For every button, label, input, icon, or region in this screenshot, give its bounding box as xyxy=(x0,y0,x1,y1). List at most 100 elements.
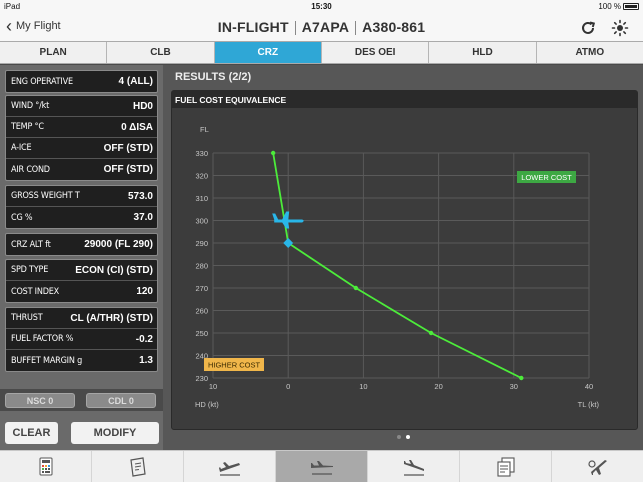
clear-button[interactable]: CLEAR xyxy=(5,422,58,444)
gross-weight-label: GROSS WEIGHT T xyxy=(11,191,80,201)
aircraft-shape xyxy=(272,211,304,229)
temp-row[interactable]: TEMP °C 0 ΔISA xyxy=(6,117,157,138)
x-tick-label: 20 xyxy=(434,382,442,391)
thrust-label: THRUST xyxy=(11,313,43,323)
eng-operative-value: 4 (ALL) xyxy=(118,76,153,87)
toolbar-landing[interactable] xyxy=(368,451,460,482)
y-tick-label: 290 xyxy=(195,239,208,248)
status-bar: iPad 15:30 100 % xyxy=(0,0,643,13)
title-divider xyxy=(355,21,357,36)
thrust-row[interactable]: THRUST CL (A/THR) (STD) xyxy=(6,308,157,329)
temp-value: 0 ΔISA xyxy=(121,121,153,133)
aice-row[interactable]: A-ICE OFF (STD) xyxy=(6,138,157,159)
results-panel: RESULTS (2/2) FUEL COST EQUIVALENCE 230 2… xyxy=(163,65,643,450)
page-indicator[interactable] xyxy=(163,435,643,439)
page-dot[interactable] xyxy=(396,435,401,439)
y-tick-label: 280 xyxy=(195,262,208,271)
title-aircraft-type: A380-861 xyxy=(362,19,426,35)
landing-icon xyxy=(403,459,424,476)
aice-value: OFF (STD) xyxy=(103,142,153,154)
page-title: IN-FLIGHT A7APA A380-861 xyxy=(0,19,643,36)
speed-group: SPD TYPE ECON (CI) (STD) COST INDEX 120 xyxy=(5,259,158,303)
results-title: RESULTS (2/2) xyxy=(175,71,252,83)
tab-clb[interactable]: CLB xyxy=(107,42,215,63)
takeoff-icon xyxy=(218,461,240,476)
fuel-factor-label: FUEL FACTOR % xyxy=(11,334,74,344)
refresh-icon[interactable] xyxy=(579,19,597,37)
data-point xyxy=(353,285,359,291)
x-tick-label: 0 xyxy=(286,382,290,391)
toolbar-cruise[interactable] xyxy=(276,451,368,482)
cg-row[interactable]: CG % 37.0 xyxy=(6,207,157,228)
documents-icon xyxy=(496,456,515,477)
x-tick-label: 30 xyxy=(510,382,518,391)
y-tick-label: 310 xyxy=(195,194,208,203)
fuel-factor-value: -0.2 xyxy=(135,333,153,345)
clock: 15:30 xyxy=(311,2,332,11)
gross-weight-value: 573.0 xyxy=(127,190,153,202)
cost-index-row[interactable]: COST INDEX 120 xyxy=(6,281,157,302)
weight-group: GROSS WEIGHT T 573.0 CG % 37.0 xyxy=(5,185,158,229)
wind-row[interactable]: WIND °/kt HD0 xyxy=(6,96,157,117)
buffet-margin-row[interactable]: BUFFET MARGIN g 1.3 xyxy=(6,350,157,371)
nsc-button[interactable]: NSC 0 xyxy=(5,393,75,408)
y-tick-label: 320 xyxy=(195,172,208,181)
chart-title: FUEL COST EQUIVALENCE xyxy=(172,91,637,108)
phase-tabs: PLAN CLB CRZ DES OEI HLD ATMO xyxy=(0,41,643,64)
x-tick-label: 10 xyxy=(359,382,367,391)
cdl-button[interactable]: CDL 0 xyxy=(86,393,156,408)
aircraft-icon xyxy=(272,211,304,229)
toolbar-manual[interactable] xyxy=(92,451,184,482)
toolbar-documents[interactable] xyxy=(460,451,552,482)
buffet-margin-label: BUFFET MARGIN g xyxy=(11,355,83,366)
title-registration: A7APA xyxy=(301,19,350,35)
environment-group: WIND °/kt HD0 TEMP °C 0 ΔISA A-ICE OFF (… xyxy=(5,95,158,181)
buffet-margin-value: 1.3 xyxy=(139,355,153,366)
toolbar-calculator[interactable] xyxy=(0,451,92,482)
input-panel: ENG OPERATIVE 4 (ALL) WIND °/kt HD0 TEMP… xyxy=(0,65,163,450)
wind-value: HD0 xyxy=(132,100,153,112)
lower-cost-label: LOWER COST xyxy=(521,173,572,182)
calculator-icon xyxy=(39,457,52,475)
eng-operative-row[interactable]: ENG OPERATIVE 4 (ALL) xyxy=(6,71,157,92)
data-point xyxy=(519,375,524,381)
tab-crz[interactable]: CRZ xyxy=(214,42,322,63)
manual-icon xyxy=(129,456,146,477)
page-dot-active[interactable] xyxy=(405,435,410,439)
bottom-toolbar xyxy=(0,450,643,482)
cost-index-value: 120 xyxy=(136,286,153,297)
engine-group: ENG OPERATIVE 4 (ALL) xyxy=(5,70,158,93)
brightness-icon[interactable] xyxy=(611,19,629,37)
crz-alt-row[interactable]: CRZ ALT ft 29000 (FL 290) xyxy=(6,234,157,255)
tab-atmo[interactable]: ATMO xyxy=(537,42,643,63)
cruise-icon xyxy=(310,460,333,475)
y-tick-label: 230 xyxy=(195,374,208,383)
settings-plane-icon xyxy=(587,459,607,475)
y-tick-label: 250 xyxy=(195,329,208,338)
data-point xyxy=(428,330,434,336)
tab-hld[interactable]: HLD xyxy=(429,42,537,63)
tab-plan[interactable]: PLAN xyxy=(0,42,108,63)
toolbar-settings[interactable] xyxy=(552,451,643,482)
spd-type-value: ECON (CI) (STD) xyxy=(75,264,153,276)
tab-des-oei[interactable]: DES OEI xyxy=(322,42,430,63)
fuel-factor-row[interactable]: FUEL FACTOR % -0.2 xyxy=(6,329,157,350)
modify-button[interactable]: MODIFY xyxy=(71,422,159,444)
fuel-cost-chart: 23024025026027028029030031032033010 0 10 20… xyxy=(195,125,600,409)
gross-weight-row[interactable]: GROSS WEIGHT T 573.0 xyxy=(6,186,157,207)
air-cond-label: AIR COND xyxy=(11,164,50,175)
battery-icon xyxy=(623,3,639,10)
thrust-value: CL (A/THR) (STD) xyxy=(70,312,153,324)
cost-index-label: COST INDEX xyxy=(11,286,60,297)
toolbar-takeoff[interactable] xyxy=(184,451,276,482)
y-tick-label: 260 xyxy=(195,307,208,316)
battery-percent: 100 % xyxy=(598,2,621,11)
wind-label: WIND °/kt xyxy=(11,101,50,111)
cg-value: 37.0 xyxy=(133,212,153,223)
air-cond-row[interactable]: AIR COND OFF (STD) xyxy=(6,159,157,180)
x-axis-label-right: TL (kt) xyxy=(578,400,600,409)
cg-label: CG % xyxy=(11,212,33,223)
spd-type-row[interactable]: SPD TYPE ECON (CI) (STD) xyxy=(6,260,157,281)
title-divider xyxy=(294,21,296,36)
aice-label: A-ICE xyxy=(11,143,32,153)
